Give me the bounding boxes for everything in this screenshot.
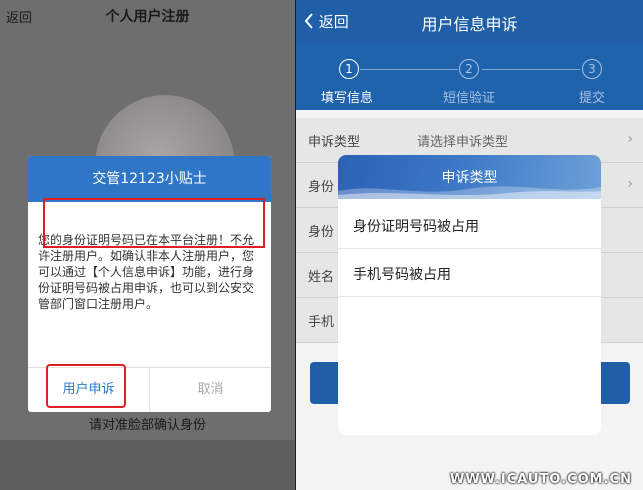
- chevron-right-icon: ›: [627, 176, 633, 192]
- watermark: WWW.ICAUTO.COM.CN: [450, 472, 632, 487]
- row-label: 手机: [308, 315, 335, 330]
- step-2-circle: 2: [459, 59, 479, 79]
- modal-title: 申诉类型: [441, 170, 498, 186]
- face-instruction: 请对准脸部确认身份: [88, 418, 206, 433]
- step-2-label: 短信验证: [443, 91, 496, 106]
- row-label: 姓名: [308, 270, 335, 285]
- row-label: 身份: [308, 225, 335, 240]
- appeal-screen: 返回 用户信息申诉 1 填写信息 2 短信验证 3 提交 申诉类型 请选择申诉类…: [296, 0, 643, 490]
- row-label: 身份: [308, 180, 335, 195]
- step-connector: [360, 69, 458, 70]
- registration-header: 返回 个人用户注册: [0, 0, 295, 30]
- appeal-type-modal: 申诉类型 身份证明号码被占用 手机号码被占用: [338, 155, 601, 435]
- step-3-circle: 3: [582, 59, 602, 79]
- option-id-occupied[interactable]: 身份证明号码被占用: [338, 201, 601, 249]
- step-progress: 1 填写信息 2 短信验证 3 提交: [296, 44, 643, 110]
- page-title: 个人用户注册: [105, 9, 190, 25]
- modal-header: 申诉类型: [338, 155, 601, 199]
- option-label: 手机号码被占用: [353, 267, 451, 283]
- highlight-box: [43, 198, 265, 248]
- bottom-area: [0, 440, 295, 490]
- appeal-header: 返回 用户信息申诉: [296, 0, 643, 44]
- step-1-circle: 1: [339, 59, 359, 79]
- chevron-right-icon: ›: [627, 131, 633, 147]
- step-1-label: 填写信息: [321, 91, 374, 106]
- step-connector: [482, 69, 580, 70]
- row-label: 申诉类型: [308, 135, 361, 150]
- dialog-title: 交管12123小贴士: [28, 156, 271, 202]
- option-label: 身份证明号码被占用: [353, 219, 479, 235]
- option-phone-occupied[interactable]: 手机号码被占用: [338, 249, 601, 297]
- step-3-label: 提交: [579, 91, 606, 106]
- cancel-button[interactable]: 取消: [149, 368, 271, 412]
- highlight-box: [46, 364, 126, 408]
- page-title: 用户信息申诉: [421, 15, 518, 34]
- row-value: 请选择申诉类型: [417, 135, 509, 150]
